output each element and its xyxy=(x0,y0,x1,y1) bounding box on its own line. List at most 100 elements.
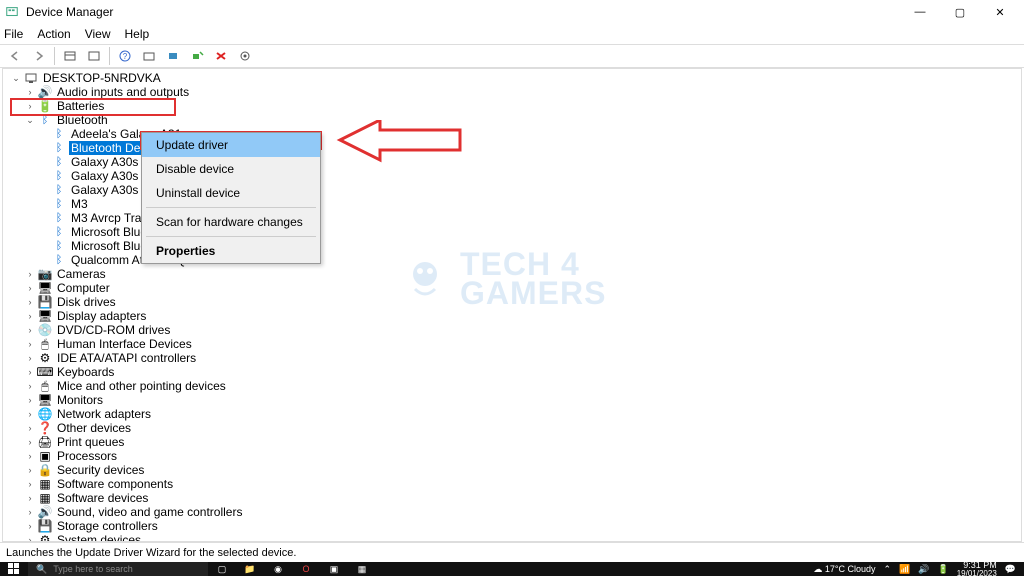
tree-category-monitors[interactable]: ›🖥Monitors xyxy=(9,393,1015,407)
tree-category-keyboards[interactable]: ›⌨Keyboards xyxy=(9,365,1015,379)
expand-icon[interactable]: › xyxy=(23,409,37,419)
expand-icon[interactable]: › xyxy=(23,269,37,279)
menu-help[interactable]: Help xyxy=(125,27,150,41)
back-button[interactable] xyxy=(4,46,26,66)
ide-icon: ⚙ xyxy=(37,351,53,365)
tree-category-disk[interactable]: ›💾Disk drives xyxy=(9,295,1015,309)
tree-category-storage[interactable]: ›💾Storage controllers xyxy=(9,519,1015,533)
tray-battery-icon[interactable]: 🔋 xyxy=(938,564,949,575)
expand-icon[interactable]: › xyxy=(23,311,37,321)
software-icon: ▦ xyxy=(37,477,53,491)
weather-widget[interactable]: ☁ 17°C Cloudy xyxy=(813,564,875,575)
bluetooth-icon: ᛒ xyxy=(51,155,67,169)
expand-icon[interactable]: › xyxy=(23,297,37,307)
bluetooth-icon: ᛒ xyxy=(51,197,67,211)
menubar: File Action View Help xyxy=(0,24,1024,44)
expand-icon[interactable]: › xyxy=(23,283,37,293)
tree-category-system[interactable]: ›⚙System devices xyxy=(9,533,1015,542)
tray-wifi-icon[interactable]: 📶 xyxy=(899,564,910,575)
tree-label: Software devices xyxy=(55,491,150,505)
expand-icon[interactable]: › xyxy=(23,353,37,363)
tree-category-other[interactable]: ›❓Other devices xyxy=(9,421,1015,435)
toolbar-separator xyxy=(109,47,110,65)
expand-icon[interactable]: ⌄ xyxy=(9,73,23,84)
ctx-uninstall-device[interactable]: Uninstall device xyxy=(142,181,320,205)
close-button[interactable]: ✕ xyxy=(980,0,1020,24)
taskview-icon[interactable]: ▢ xyxy=(208,562,236,576)
app-icon[interactable]: ▦ xyxy=(348,562,376,576)
tree-category-hid[interactable]: ›🖱Human Interface Devices xyxy=(9,337,1015,351)
opera-icon[interactable]: O xyxy=(292,562,320,576)
tree-category-sound[interactable]: ›🔊Sound, video and game controllers xyxy=(9,505,1015,519)
menu-file[interactable]: File xyxy=(4,27,23,41)
tree-category-security[interactable]: ›🔒Security devices xyxy=(9,463,1015,477)
expand-icon[interactable]: › xyxy=(23,381,37,391)
expand-icon[interactable]: › xyxy=(23,325,37,335)
bluetooth-icon: ᛒ xyxy=(51,169,67,183)
scan-button[interactable] xyxy=(138,46,160,66)
tree-category-print[interactable]: ›🖨Print queues xyxy=(9,435,1015,449)
app-icon[interactable]: ▣ xyxy=(320,562,348,576)
update-driver-button[interactable] xyxy=(162,46,184,66)
enable-button[interactable] xyxy=(234,46,256,66)
tree-category-audio[interactable]: › 🔊 Audio inputs and outputs xyxy=(9,85,1015,99)
tree-category-ide[interactable]: ›⚙IDE ATA/ATAPI controllers xyxy=(9,351,1015,365)
menu-action[interactable]: Action xyxy=(37,27,70,41)
tree-category-display[interactable]: ›🖥Display adapters xyxy=(9,309,1015,323)
tree-category-swdev[interactable]: ›▦Software devices xyxy=(9,491,1015,505)
maximize-button[interactable]: ▢ xyxy=(940,0,980,24)
expand-icon[interactable]: › xyxy=(23,339,37,349)
tree-label: Disk drives xyxy=(55,295,118,309)
tree-category-swcomp[interactable]: ›▦Software components xyxy=(9,477,1015,491)
computer-icon: 🖥 xyxy=(37,281,53,295)
ctx-disable-device[interactable]: Disable device xyxy=(142,157,320,181)
expand-icon[interactable]: › xyxy=(23,367,37,377)
tree-category-computer[interactable]: ›🖥Computer xyxy=(9,281,1015,295)
show-hidden-button[interactable] xyxy=(59,46,81,66)
minimize-button[interactable]: — xyxy=(900,0,940,24)
start-button[interactable] xyxy=(0,562,28,576)
search-box[interactable]: 🔍 Type here to search xyxy=(28,562,208,576)
expand-icon[interactable]: › xyxy=(23,535,37,542)
tree-category-mice[interactable]: ›🖱Mice and other pointing devices xyxy=(9,379,1015,393)
tree-label: DESKTOP-5NRDVKA xyxy=(41,71,163,85)
expand-icon[interactable]: › xyxy=(23,479,37,489)
clock[interactable]: 9:31 PM 19/01/2023 xyxy=(957,561,997,578)
ctx-scan-hardware[interactable]: Scan for hardware changes xyxy=(142,210,320,234)
tray-volume-icon[interactable]: 🔊 xyxy=(918,564,929,575)
expand-icon[interactable]: › xyxy=(23,493,37,503)
chrome-icon[interactable]: ◉ xyxy=(264,562,292,576)
tree-label: Monitors xyxy=(55,393,105,407)
ctx-update-driver[interactable]: Update driver xyxy=(142,133,320,157)
expand-icon[interactable]: › xyxy=(23,465,37,475)
disable-button[interactable] xyxy=(210,46,232,66)
expand-icon[interactable]: › xyxy=(23,395,37,405)
expand-icon[interactable]: › xyxy=(23,423,37,433)
tree-category-network[interactable]: ›🌐Network adapters xyxy=(9,407,1015,421)
menu-view[interactable]: View xyxy=(85,27,111,41)
tree-category-bluetooth[interactable]: ⌄ ᛒ Bluetooth xyxy=(9,113,1015,127)
expand-icon[interactable]: › xyxy=(23,451,37,461)
explorer-icon[interactable]: 📁 xyxy=(236,562,264,576)
tree-category-processors[interactable]: ›▣Processors xyxy=(9,449,1015,463)
tree-category-batteries[interactable]: › 🔋 Batteries xyxy=(9,99,1015,113)
notifications-icon[interactable]: 💬 xyxy=(1005,564,1016,575)
expand-icon[interactable]: › xyxy=(23,521,37,531)
tree-category-dvd[interactable]: ›💿DVD/CD-ROM drives xyxy=(9,323,1015,337)
tree-root-node[interactable]: ⌄ DESKTOP-5NRDVKA xyxy=(9,71,1015,85)
help-button[interactable]: ? xyxy=(114,46,136,66)
other-icon: ❓ xyxy=(37,421,53,435)
expand-icon[interactable]: › xyxy=(23,87,37,97)
tray-chevron-icon[interactable]: ⌃ xyxy=(884,564,892,575)
forward-button[interactable] xyxy=(28,46,50,66)
tree-label: Audio inputs and outputs xyxy=(55,85,191,99)
properties-button[interactable] xyxy=(83,46,105,66)
tree-label: Batteries xyxy=(55,99,106,113)
expand-icon[interactable]: › xyxy=(23,437,37,447)
uninstall-button[interactable] xyxy=(186,46,208,66)
expand-icon[interactable]: › xyxy=(23,507,37,517)
expand-icon[interactable]: ⌄ xyxy=(23,115,37,126)
tree-category-cameras[interactable]: ›📷Cameras xyxy=(9,267,1015,281)
ctx-properties[interactable]: Properties xyxy=(142,239,320,263)
expand-icon[interactable]: › xyxy=(23,101,37,111)
